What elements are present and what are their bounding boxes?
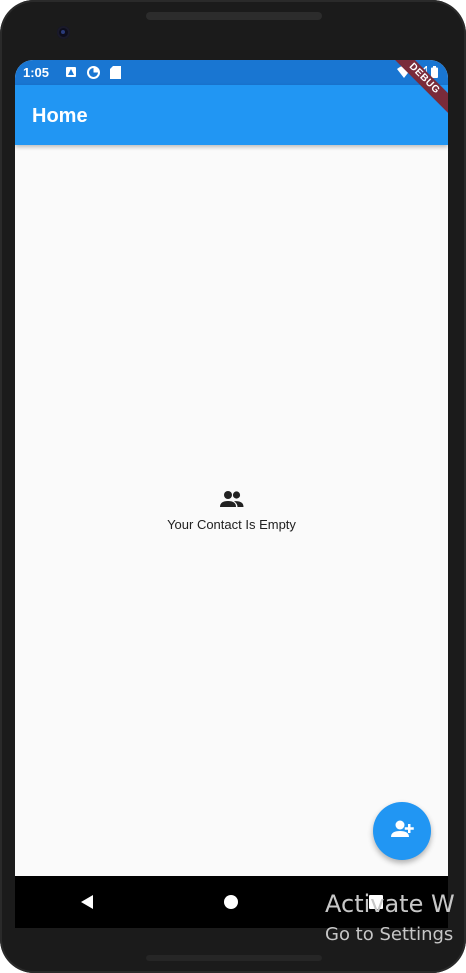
watermark-subtitle: Go to Settings: [325, 924, 454, 945]
add-contact-button[interactable]: [373, 802, 431, 860]
activate-windows-watermark: Activate W Go to Settings: [325, 890, 455, 945]
phone-screen: 1:05 Home DEBUG Your Contact Is Empty: [15, 60, 448, 928]
status-icons-left: [65, 66, 121, 82]
person-add-icon: [389, 819, 415, 844]
bottom-speaker: [146, 955, 322, 961]
status-bar: 1:05: [15, 60, 448, 85]
front-camera: [57, 26, 70, 39]
people-icon: [219, 490, 244, 510]
empty-state-message: Your Contact Is Empty: [167, 517, 296, 532]
data-saver-icon: [87, 66, 100, 82]
app-bar: Home: [15, 85, 448, 145]
watermark-title: Activate W: [325, 890, 455, 918]
empty-state: Your Contact Is Empty: [15, 490, 448, 532]
phone-frame: 1:05 Home DEBUG Your Contact Is Empty: [0, 0, 466, 973]
home-icon[interactable]: [211, 882, 251, 922]
back-icon[interactable]: [67, 882, 107, 922]
page-title: Home: [32, 105, 88, 127]
status-time: 1:05: [23, 65, 50, 80]
notification-a-icon: [65, 66, 77, 82]
sd-card-icon: [110, 66, 121, 82]
earpiece-speaker: [146, 12, 322, 20]
